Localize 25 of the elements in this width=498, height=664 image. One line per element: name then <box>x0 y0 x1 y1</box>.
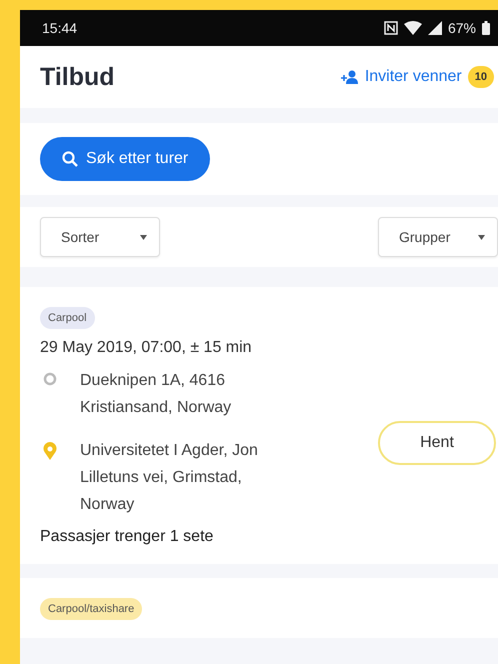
location-pin-icon <box>43 442 57 460</box>
nfc-icon <box>384 21 398 35</box>
signal-icon <box>428 21 442 35</box>
status-time: 15:44 <box>42 20 78 36</box>
group-dropdown[interactable]: Grupper <box>378 217 498 257</box>
battery-percent: 67% <box>448 20 476 36</box>
add-person-icon <box>340 70 359 84</box>
page-title: Tilbud <box>40 62 115 92</box>
ride-type-tag: Carpool <box>40 307 95 329</box>
destination-address: Universitetet I Agder, Jon Lilletuns vei, Grimstad, Norway <box>80 441 259 515</box>
origin-circle-icon <box>43 372 57 386</box>
seats-needed: Passasjer trenger 1 sete <box>40 528 214 546</box>
sort-dropdown[interactable]: Sorter <box>40 217 160 257</box>
pick-up-button[interactable]: Hent <box>378 420 496 464</box>
invite-count-badge: 10 <box>468 66 494 88</box>
wifi-icon <box>404 21 422 35</box>
trip-date: 29 May 2019, 07:00, ± 15 min <box>40 339 253 357</box>
ride-type-tag: Carpool/taxishare <box>40 598 142 620</box>
invite-friends-link[interactable]: Inviter venner 10 <box>340 66 494 88</box>
origin-address: Dueknipen 1A, 4616 Kristiansand, Norway <box>80 371 232 418</box>
caret-icon <box>140 234 147 240</box>
battery-icon <box>482 21 490 35</box>
caret-icon <box>478 234 485 240</box>
search-trips-button[interactable]: Søk etter turer <box>40 137 210 181</box>
search-icon <box>62 151 78 167</box>
